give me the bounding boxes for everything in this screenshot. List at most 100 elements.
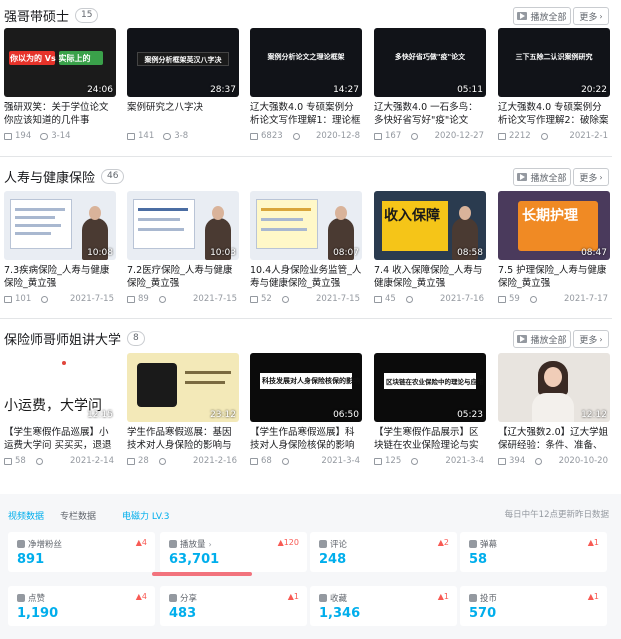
video-thumbnail[interactable]: 长期护理 08:47	[498, 191, 610, 260]
video-duration: 23:12	[210, 410, 236, 420]
video-meta: 194 3-14	[4, 130, 116, 142]
thumb-text: 多快好省巧做"疫"论文	[394, 53, 466, 61]
video-title[interactable]: 7.2医疗保险_人寿与健康保险_黄立强	[127, 264, 239, 290]
section-title[interactable]: 保险师哥师姐讲大学	[4, 329, 121, 348]
video-card[interactable]: 10:08 7.3疾病保险_人寿与健康保险_黄立强 101 2021-7-15	[4, 191, 116, 305]
video-title[interactable]: 辽大强数4.0 一石多鸟：多快好省写好"疫"论文	[374, 101, 486, 127]
video-title[interactable]: 辽大强数4.0 专硕案例分析论文写作理解2：破除案例研究	[498, 101, 610, 127]
video-thumbnail[interactable]: 案例分析论文之理论框架 14:27	[250, 28, 362, 97]
video-meta: 28 2021-2-16	[127, 455, 239, 467]
stat-card-favorites[interactable]: 收藏 ▲1 1,346	[310, 586, 457, 626]
play-count: 394	[509, 456, 526, 466]
stat-delta: ▲120	[277, 538, 299, 547]
video-title[interactable]: 7.3疾病保险_人寿与健康保险_黄立强	[4, 264, 116, 290]
play-icon	[169, 540, 177, 548]
video-title[interactable]: 【辽大强数2.0】辽大学姐保研经验：条件、准备、程序与	[498, 426, 610, 452]
video-card[interactable]: 10:03 7.2医疗保险_人寿与健康保险_黄立强 89 2021-7-15	[127, 191, 239, 305]
video-card[interactable]: 科技发展对人身保险核保的影响 06:50 【学生作品寒假巡展】科技对人身保险核保…	[250, 353, 362, 467]
electromagnetic-level[interactable]: 电磁力 LV.3	[122, 509, 169, 522]
play-all-button[interactable]: 播放全部	[513, 7, 571, 25]
fans-icon	[17, 540, 25, 548]
play-count-icon	[374, 295, 382, 303]
video-card[interactable]: 案例分析框架英汉八字决 28:37 案例研究之八字决 141 3-8	[127, 28, 239, 142]
video-card[interactable]: 小运费，大学问 12:15 【学生寒假作品巡展】小运费大学问 买买买，退退退，你…	[4, 353, 116, 467]
video-title[interactable]: 辽大强数4.0 专硕案例分析论文写作理解1：理论框架	[250, 101, 362, 127]
video-thumbnail[interactable]: 三下五除二认识案例研究 20:22	[498, 28, 610, 97]
video-card[interactable]: 08:07 10.4人身保险业务监管_人寿与健康保险_黄立强 52 2021-7…	[250, 191, 362, 305]
stat-card-likes[interactable]: 点赞 ▲4 1,190	[8, 586, 155, 626]
publish-date: 2020-12-8	[316, 131, 360, 141]
play-all-button[interactable]: 播放全部	[513, 168, 571, 186]
video-card[interactable]: 三下五除二认识案例研究 20:22 辽大强数4.0 专硕案例分析论文写作理解2：…	[498, 28, 610, 142]
tab-video-data[interactable]: 视频数据	[8, 509, 44, 522]
video-thumbnail[interactable]: 多快好省巧做"疫"论文 05:11	[374, 28, 486, 97]
video-meta: 167 2020-12-27	[374, 130, 486, 142]
publish-date: 2021-2-16	[193, 456, 237, 466]
play-count: 167	[385, 131, 402, 141]
video-card[interactable]: 23:12 学生作品寒假巡展：基因技术对人身保险的影响与对策 28 2021-2…	[127, 353, 239, 467]
tab-column-data[interactable]: 专栏数据	[60, 509, 96, 522]
video-thumbnail[interactable]: 12:12	[498, 353, 610, 422]
more-button[interactable]: 更多 ›	[573, 330, 609, 348]
video-title[interactable]: 7.5 护理保险_人寿与健康保险_黄立强	[498, 264, 610, 290]
video-title[interactable]: 案例研究之八字决	[127, 101, 239, 127]
video-card[interactable]: 长期护理 08:47 7.5 护理保险_人寿与健康保险_黄立强 59 2021-…	[498, 191, 610, 305]
video-duration: 08:58	[457, 248, 483, 258]
video-title[interactable]: 7.4 收入保障保险_人寿与健康保险_黄立强	[374, 264, 486, 290]
stat-card-comments[interactable]: 评论 ▲2 248	[310, 532, 457, 572]
video-thumbnail[interactable]: 08:07	[250, 191, 362, 260]
play-count: 141	[138, 131, 155, 141]
play-count: 2212	[509, 131, 531, 141]
thumb-text: 案例分析论文之理论框架	[267, 53, 345, 61]
play-count-icon	[374, 457, 382, 465]
stat-delta: ▲1	[437, 592, 449, 601]
stat-value: 1,190	[17, 606, 59, 621]
publish-date: 2021-3-4	[321, 456, 360, 466]
video-thumbnail[interactable]: 10:08	[4, 191, 116, 260]
video-title[interactable]: 10.4人身保险业务监管_人寿与健康保险_黄立强	[250, 264, 362, 290]
video-card[interactable]: 多快好省巧做"疫"论文 05:11 辽大强数4.0 一石多鸟：多快好省写好"疫"…	[374, 28, 486, 142]
video-thumbnail[interactable]: 收入保障 08:58	[374, 191, 486, 260]
date-icon	[281, 457, 289, 465]
video-title[interactable]: 【学生寒假作品巡展】小运费大学问 买买买，退退退，你买	[4, 426, 116, 452]
video-thumbnail[interactable]: 小运费，大学问 12:15	[4, 353, 116, 422]
publish-date: 2021-2-1	[569, 131, 608, 141]
stat-card-coins[interactable]: 投币 ▲1 570	[460, 586, 607, 626]
video-thumbnail[interactable]: 科技发展对人身保险核保的影响 06:50	[250, 353, 362, 422]
section-title[interactable]: 强哥带硕士	[4, 6, 69, 25]
video-card[interactable]: 案例分析论文之理论框架 14:27 辽大强数4.0 专硕案例分析论文写作理解1：…	[250, 28, 362, 142]
thumb-graphic	[544, 367, 562, 387]
video-duration: 06:50	[333, 410, 359, 420]
video-thumbnail[interactable]: 案例分析框架英汉八字决 28:37	[127, 28, 239, 97]
stat-card-danmaku[interactable]: 弹幕 ▲1 58	[460, 532, 607, 572]
video-thumbnail[interactable]: 你以为的 Vs 实际上的 24:06	[4, 28, 116, 97]
video-card[interactable]: 12:12 【辽大强数2.0】辽大学姐保研经验：条件、准备、程序与 394 20…	[498, 353, 610, 467]
play-all-button[interactable]: 播放全部	[513, 330, 571, 348]
video-title[interactable]: 【学生寒假作品展示】区块链在农业保险理论与实践中的应	[374, 426, 486, 452]
video-title[interactable]: 【学生作品寒假巡展】科技对人身保险核保的影响	[250, 426, 362, 452]
stats-tabs: 视频数据 专栏数据 电磁力 LV.3	[8, 508, 170, 522]
video-card[interactable]: 你以为的 Vs 实际上的 24:06 强研双笑：关于学位论文你应该知道的几件事 …	[4, 28, 116, 142]
stat-card-plays[interactable]: 播放量 › ▲120 63,701	[160, 532, 307, 572]
stat-card-shares[interactable]: 分享 ▲1 483	[160, 586, 307, 626]
video-card[interactable]: 收入保障 08:58 7.4 收入保障保险_人寿与健康保险_黄立强 45 202…	[374, 191, 486, 305]
stat-label: 播放量	[180, 540, 206, 550]
stat-value: 248	[319, 552, 347, 567]
video-thumbnail[interactable]: 区块链在农业保险中的理论与应用 05:23	[374, 353, 486, 422]
stat-card-fans[interactable]: 净增粉丝 ▲4 891	[8, 532, 155, 572]
section-title[interactable]: 人寿与健康保险	[4, 167, 95, 186]
video-title[interactable]: 学生作品寒假巡展：基因技术对人身保险的影响与对策	[127, 426, 239, 452]
date-icon	[405, 295, 413, 303]
date-icon	[158, 295, 166, 303]
thumb-text: 区块链在农业保险中的理论与应用	[386, 378, 484, 386]
video-thumbnail[interactable]: 10:03	[127, 191, 239, 260]
more-button[interactable]: 更多 ›	[573, 7, 609, 25]
video-thumbnail[interactable]: 23:12	[127, 353, 239, 422]
video-card[interactable]: 区块链在农业保险中的理论与应用 05:23 【学生寒假作品展示】区块链在农业保险…	[374, 353, 486, 467]
video-duration: 28:37	[210, 85, 236, 95]
more-button[interactable]: 更多 ›	[573, 168, 609, 186]
play-count-icon	[250, 132, 258, 140]
play-count: 194	[15, 131, 32, 141]
video-title[interactable]: 强研双笑：关于学位论文你应该知道的几件事	[4, 101, 116, 127]
video-duration: 20:22	[581, 85, 607, 95]
